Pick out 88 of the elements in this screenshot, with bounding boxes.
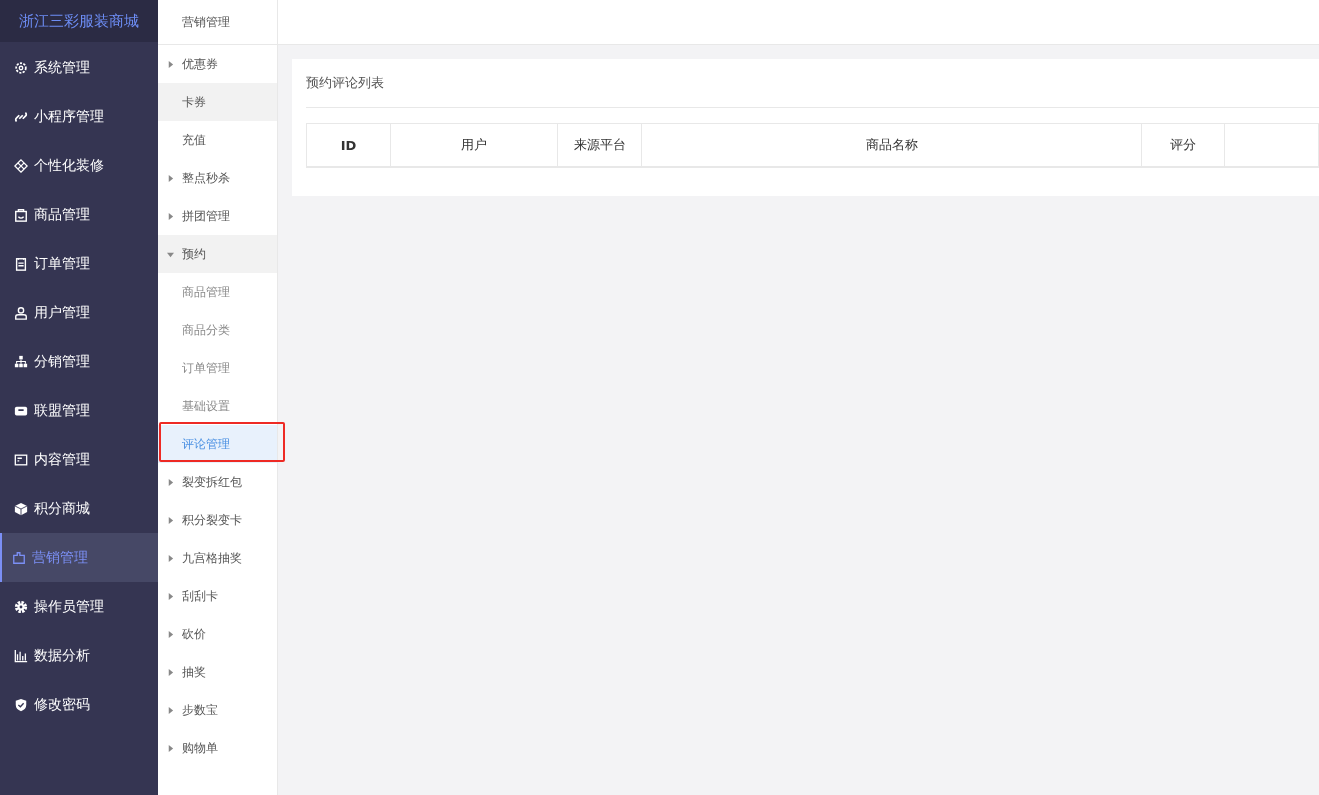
calendar-icon <box>14 256 28 271</box>
submenu-group[interactable]: 抽奖 <box>158 653 277 691</box>
tree-icon <box>14 354 28 369</box>
sidebar-item-label: 商品管理 <box>34 205 90 224</box>
submenu-group-label: 拼团管理 <box>182 207 230 225</box>
sidebar-item[interactable]: 小程序管理 <box>0 92 158 141</box>
sidebar-item[interactable]: 个性化装修 <box>0 141 158 190</box>
submenu-group[interactable]: 购物单 <box>158 729 277 767</box>
shield-icon <box>14 697 28 712</box>
sidebar-item[interactable]: 数据分析 <box>0 631 158 680</box>
submenu-group[interactable]: 九宫格抽奖 <box>158 539 277 577</box>
sidebar-item[interactable]: 积分商城 <box>0 484 158 533</box>
caret-right-icon <box>167 592 174 600</box>
gear-icon <box>14 60 28 75</box>
sidebar-item[interactable]: 订单管理 <box>0 239 158 288</box>
sidebar-item-label: 分销管理 <box>34 352 90 371</box>
submenu-group-label: 抽奖 <box>182 663 206 681</box>
sidebar-item-label: 内容管理 <box>34 450 90 469</box>
submenu-title: 营销管理 <box>158 0 277 45</box>
submenu-group-label: 九宫格抽奖 <box>182 549 242 567</box>
submenu-group-label: 优惠券 <box>182 55 218 73</box>
submenu-item[interactable]: 商品分类 <box>158 311 277 349</box>
submenu-group[interactable]: 预约 <box>158 235 277 273</box>
sidebar-item-label: 积分商城 <box>34 499 90 518</box>
submenu-item[interactable]: 商品管理 <box>158 273 277 311</box>
sidebar-item-label: 操作员管理 <box>34 597 104 616</box>
sidebar-item-label: 营销管理 <box>32 548 88 567</box>
submenu-group-label: 整点秒杀 <box>182 169 230 187</box>
submenu-group-label: 步数宝 <box>182 701 218 719</box>
submenu-group-label: 积分裂变卡 <box>182 511 242 529</box>
submenu-item[interactable]: 订单管理 <box>158 349 277 387</box>
caret-right-icon <box>167 212 174 220</box>
sidebar-item-label: 数据分析 <box>34 646 90 665</box>
submenu-group[interactable]: 砍价 <box>158 615 277 653</box>
submenu-group-label: 预约 <box>182 245 206 263</box>
caret-right-icon <box>167 668 174 676</box>
caret-right-icon <box>167 554 174 562</box>
sidebar-item[interactable]: 内容管理 <box>0 435 158 484</box>
sidebar-item-label: 联盟管理 <box>34 401 90 420</box>
submenu-group[interactable]: 积分裂变卡 <box>158 501 277 539</box>
cog-icon <box>14 599 28 614</box>
panel-title: 预约评论列表 <box>306 59 1319 108</box>
column-header: 来源平台 <box>558 124 642 166</box>
sidebar-item-label: 修改密码 <box>34 695 90 714</box>
column-header: 用户 <box>391 124 558 166</box>
caret-right-icon <box>167 174 174 182</box>
submenu-item[interactable]: 卡券 <box>158 83 277 121</box>
doc-icon <box>14 452 28 467</box>
user-icon <box>14 305 28 320</box>
submenu-group-label: 购物单 <box>182 739 218 757</box>
caret-right-icon <box>167 744 174 752</box>
chart-icon <box>14 648 28 663</box>
sidebar-item[interactable]: 商品管理 <box>0 190 158 239</box>
sidebar-item-label: 系统管理 <box>34 58 90 77</box>
bag-icon <box>14 207 28 222</box>
submenu-group[interactable]: 刮刮卡 <box>158 577 277 615</box>
brand-title: 浙江三彩服装商城 <box>0 0 158 42</box>
caret-right-icon <box>167 60 174 68</box>
sidebar-item-label: 用户管理 <box>34 303 90 322</box>
submenu-item[interactable]: 充值 <box>158 121 277 159</box>
submenu-group[interactable]: 拼团管理 <box>158 197 277 235</box>
sidebar-item-label: 订单管理 <box>34 254 90 273</box>
caret-right-icon <box>167 630 174 638</box>
submenu-group-label: 砍价 <box>182 625 206 643</box>
submenu-group[interactable]: 整点秒杀 <box>158 159 277 197</box>
submenu-group-label: 刮刮卡 <box>182 587 218 605</box>
diamond-icon <box>14 158 28 173</box>
caret-right-icon <box>167 516 174 524</box>
sidebar-item[interactable]: 系统管理 <box>0 43 158 92</box>
caret-right-icon <box>167 706 174 714</box>
column-header: ID <box>307 124 391 166</box>
cube-icon <box>14 501 28 516</box>
caret-down-icon <box>167 250 174 258</box>
sidebar-item[interactable]: 修改密码 <box>0 680 158 729</box>
column-header: 商品名称 <box>642 124 1142 166</box>
submenu-group[interactable]: 优惠券 <box>158 45 277 83</box>
sidebar-item[interactable]: 用户管理 <box>0 288 158 337</box>
submenu-group[interactable]: 步数宝 <box>158 691 277 729</box>
submenu-group[interactable]: 裂变拆红包 <box>158 463 277 501</box>
caret-right-icon <box>167 478 174 486</box>
sidebar-item[interactable]: 分销管理 <box>0 337 158 386</box>
sidebar-item-label: 小程序管理 <box>34 107 104 126</box>
column-header: 评分 <box>1142 124 1225 166</box>
sidebar-item[interactable]: 操作员管理 <box>0 582 158 631</box>
sidebar-item-label: 个性化装修 <box>34 156 104 175</box>
sidebar-item[interactable]: 联盟管理 <box>0 386 158 435</box>
submenu-item[interactable]: 基础设置 <box>158 387 277 425</box>
submenu-group-label: 裂变拆红包 <box>182 473 242 491</box>
